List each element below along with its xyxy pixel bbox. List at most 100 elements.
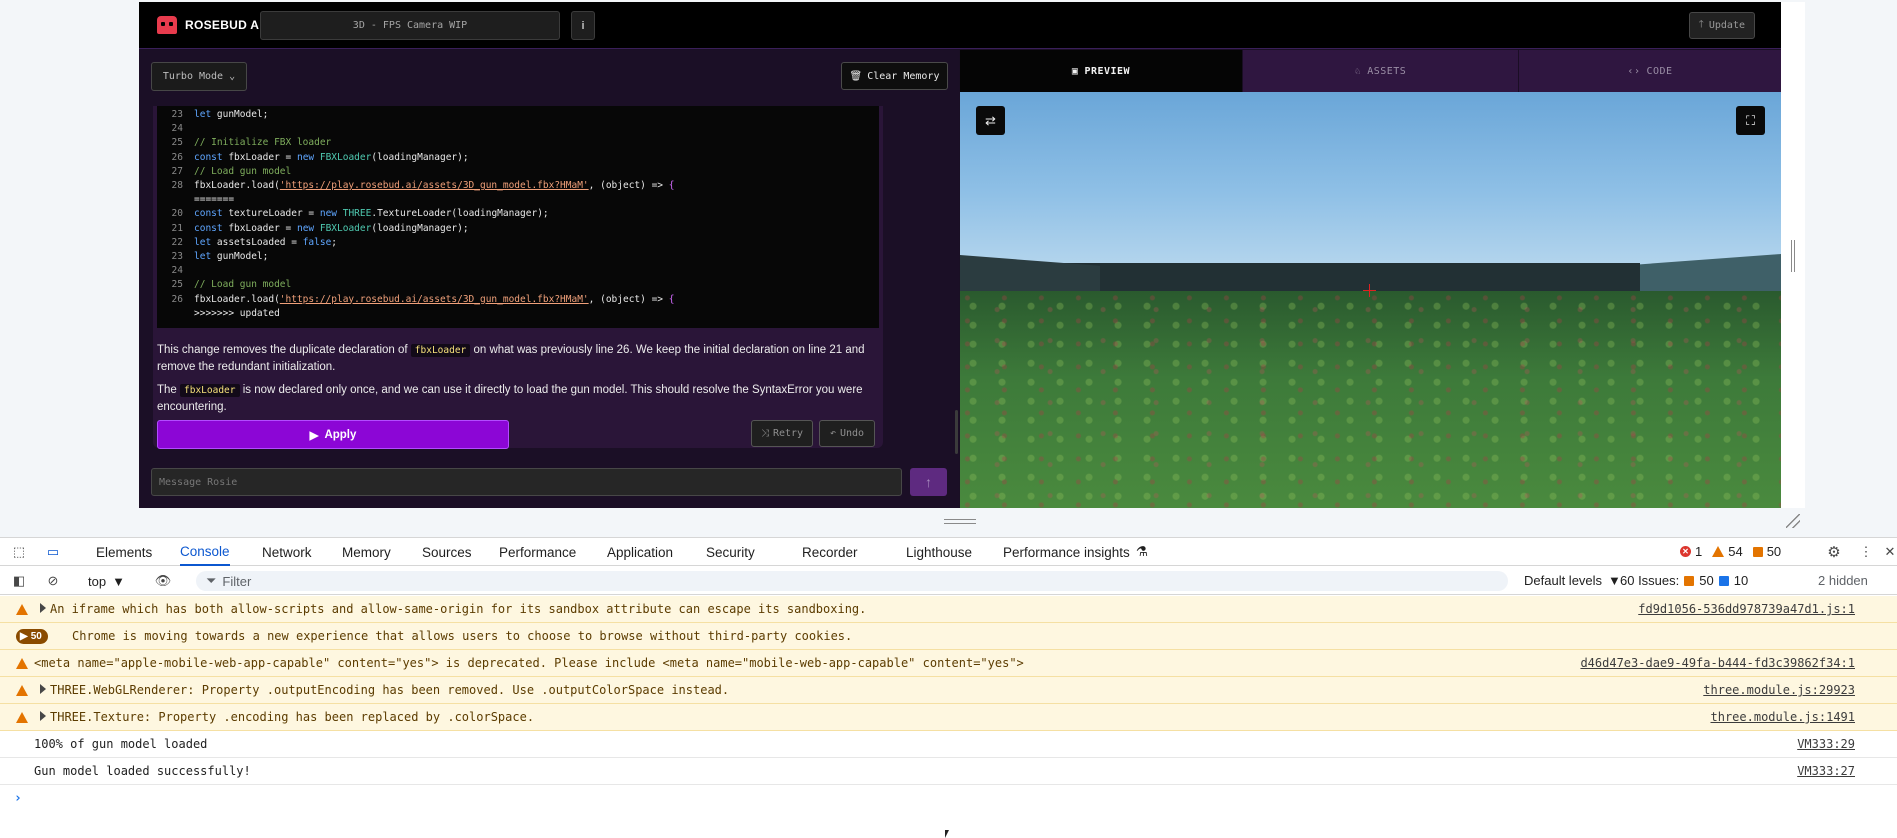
code-line: 27 // Load gun model (157, 165, 879, 179)
console-message[interactable]: Gun model loaded successfully! VM333:27 (0, 758, 1897, 785)
console-counts[interactable]: ✕ 1 54 50 (1680, 544, 1781, 559)
source-link[interactable]: VM333:27 (1797, 764, 1855, 778)
code-line: 23 let gunModel; (157, 108, 879, 122)
filter-input[interactable]: ⏷ Filter (196, 571, 1508, 591)
console-message[interactable]: An iframe which has both allow-scripts a… (0, 596, 1897, 623)
clear-console-icon[interactable]: ⊘ (44, 572, 62, 590)
eye-icon[interactable]: 👁 (154, 572, 172, 590)
expand-arrow-icon[interactable] (40, 684, 46, 694)
message-paragraph-2: The fbxLoader is now declared only once,… (157, 384, 863, 413)
tab-preview[interactable]: ▣ PREVIEW (960, 50, 1243, 92)
issue-count: 50 (1752, 544, 1781, 559)
clear-memory-button[interactable]: 🗑 Clear Memory (841, 62, 948, 90)
tab-lighthouse[interactable]: Lighthouse (906, 538, 972, 566)
console-message[interactable]: <meta name="apple-mobile-web-app-capable… (0, 650, 1897, 677)
console-messages: An iframe which has both allow-scripts a… (0, 596, 1897, 812)
line-number: 24 (171, 123, 183, 135)
prompt-chevron-icon: › (14, 791, 22, 806)
rosebud-app: ROSEBUD AI 3D - FPS Camera WIP i 🡑 Updat… (139, 2, 1781, 508)
tab-elements[interactable]: Elements (96, 538, 152, 566)
code-line: 28 fbxLoader.load('https://play.rosebud.a… (157, 179, 879, 193)
source-link[interactable]: d46d47e3-dae9-49fa-b444-fd3c39862f34:1 (1580, 656, 1855, 670)
viewport-resize-corner-icon[interactable] (1786, 514, 1800, 528)
code-token: const (194, 208, 229, 220)
expand-arrow-icon: ▶ (20, 631, 28, 642)
code-token: let (194, 236, 217, 248)
line-number (157, 307, 183, 321)
preview-tab-bar: ▣ PREVIEW ♘ ASSETS ‹› CODE (960, 50, 1781, 92)
console-message[interactable]: THREE.WebGLRenderer: Property .outputEnc… (0, 677, 1897, 704)
project-title-input[interactable]: 3D - FPS Camera WIP (260, 11, 560, 40)
tab-application[interactable]: Application (607, 538, 673, 566)
info-icon (1718, 575, 1729, 586)
code-token: (loadingManager); (371, 222, 469, 234)
sidebar-toggle-icon[interactable]: ◧ (10, 572, 28, 590)
more-options-icon[interactable]: ⋮ (1857, 543, 1875, 561)
log-levels-select[interactable]: Default levels ▼ (1524, 573, 1621, 588)
game-canvas[interactable]: ⇄ ⛶ (960, 92, 1781, 508)
source-link[interactable]: three.module.js:29923 (1703, 683, 1855, 697)
viewport-resize-handle-bottom[interactable] (944, 519, 976, 524)
console-message[interactable]: ▶ 50 Chrome is moving towards a new experi… (0, 623, 1897, 650)
code-token: 'https://play.rosebud.ai/assets/3D_gun_m… (279, 180, 589, 192)
undo-button[interactable]: ↶ Undo (819, 420, 875, 447)
mode-select[interactable]: Turbo Mode ⌄ (151, 62, 247, 91)
console-message[interactable]: THREE.Texture: Property .encoding has be… (0, 704, 1897, 731)
tab-console[interactable]: Console (180, 538, 230, 566)
brand-logo[interactable]: ROSEBUD AI (157, 16, 263, 34)
context-select[interactable]: top ▼ (88, 572, 125, 590)
group-count-badge[interactable]: ▶ 50 (16, 629, 48, 644)
viewport-resize-handle-right[interactable] (1791, 240, 1795, 272)
console-message-text: <meta name="apple-mobile-web-app-capable… (34, 656, 1024, 670)
line-number: 22 (171, 236, 183, 248)
update-button[interactable]: 🡑 Update (1688, 12, 1755, 39)
info-button[interactable]: i (571, 11, 595, 40)
warning-count: 54 (1712, 544, 1743, 559)
tab-code[interactable]: ‹› CODE (1519, 50, 1781, 92)
source-link[interactable]: VM333:29 (1797, 737, 1855, 751)
tab-network[interactable]: Network (262, 538, 312, 566)
message-text: This change removes the duplicate declar… (157, 342, 875, 422)
send-button[interactable]: ↑ (910, 468, 947, 496)
tab-assets[interactable]: ♘ ASSETS (1243, 50, 1519, 92)
tab-performance-insights[interactable]: Performance insights ⚗ (1003, 538, 1148, 566)
expand-arrow-icon[interactable] (40, 603, 46, 613)
console-prompt[interactable]: › (0, 785, 1897, 812)
code-line: 20 const textureLoader = new THREE .Textur… (157, 207, 879, 221)
app-header: ROSEBUD AI 3D - FPS Camera WIP i 🡑 Updat… (139, 2, 1781, 49)
tab-performance[interactable]: Performance (499, 538, 576, 566)
console-message-text: An iframe which has both allow-scripts a… (50, 602, 867, 616)
console-message[interactable]: 100% of gun model loaded VM333:29 (0, 731, 1897, 758)
code-token: // Load gun model (194, 165, 292, 177)
message-input[interactable]: Message Rosie (151, 468, 902, 496)
panel-resize-handle[interactable] (955, 410, 958, 454)
code-token: { (668, 293, 675, 305)
tab-sources[interactable]: Sources (422, 538, 472, 566)
issues-summary[interactable]: 60 Issues: 50 10 (1620, 573, 1748, 588)
console-message-text: THREE.WebGLRenderer: Property .outputEnc… (50, 683, 730, 697)
line-number: 23 (171, 251, 183, 263)
apply-button[interactable]: ▶ Apply (157, 420, 509, 449)
tab-security[interactable]: Security (706, 538, 755, 566)
line-number: 25 (171, 137, 183, 149)
swap-icon[interactable]: ⇄ (976, 106, 1005, 135)
device-toolbar-icon[interactable]: ▭ (44, 543, 62, 561)
retry-button[interactable]: ⤨ Retry (751, 420, 813, 447)
inspect-element-icon[interactable]: ⬚ (10, 543, 28, 561)
tab-memory[interactable]: Memory (342, 538, 391, 566)
expand-arrow-icon[interactable] (40, 711, 46, 721)
tab-recorder[interactable]: Recorder (802, 538, 858, 566)
code-token: FBXLoader (319, 222, 372, 234)
source-link[interactable]: fd9d1056-536dd978739a47d1.js:1 (1638, 602, 1855, 616)
source-link[interactable]: three.module.js:1491 (1711, 710, 1856, 724)
warning-icon (16, 658, 28, 669)
chevron-down-icon: ⌄ (229, 71, 236, 82)
code-line: 25 // Load gun model (157, 278, 879, 292)
page-viewport: ROSEBUD AI 3D - FPS Camera WIP i 🡑 Updat… (0, 0, 1897, 537)
line-number: 23 (171, 109, 183, 120)
fullscreen-icon[interactable]: ⛶ (1736, 106, 1765, 135)
close-icon[interactable]: ✕ (1884, 543, 1896, 561)
apply-label: Apply (324, 428, 357, 441)
settings-gear-icon[interactable]: ⚙ (1825, 543, 1843, 561)
brand-name: ROSEBUD AI (185, 18, 263, 32)
